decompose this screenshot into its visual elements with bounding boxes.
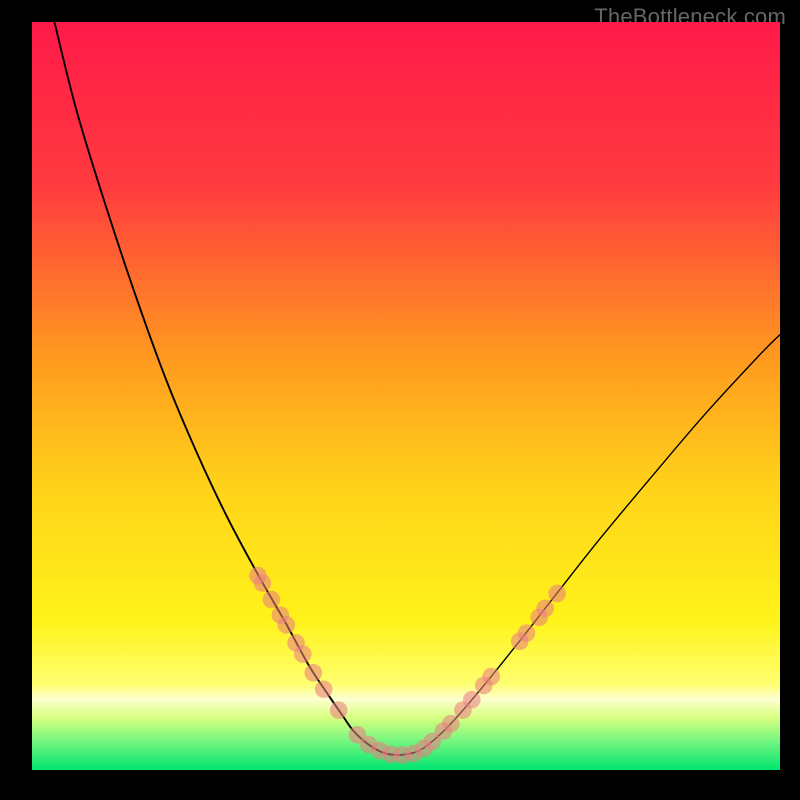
data-marker: [463, 691, 481, 709]
chart-svg: [32, 22, 780, 770]
data-marker: [294, 645, 312, 663]
data-marker: [278, 616, 296, 634]
plot-area: [32, 22, 780, 770]
gradient-background: [32, 22, 780, 770]
data-marker: [536, 600, 554, 618]
data-marker: [304, 664, 322, 682]
data-marker: [442, 715, 460, 733]
data-marker: [330, 701, 348, 719]
data-marker: [315, 680, 333, 698]
data-marker: [518, 624, 536, 642]
data-marker: [482, 668, 500, 686]
data-marker: [263, 591, 281, 609]
data-marker: [254, 574, 272, 592]
data-marker: [548, 585, 566, 603]
chart-stage: TheBottleneck.com: [0, 0, 800, 800]
